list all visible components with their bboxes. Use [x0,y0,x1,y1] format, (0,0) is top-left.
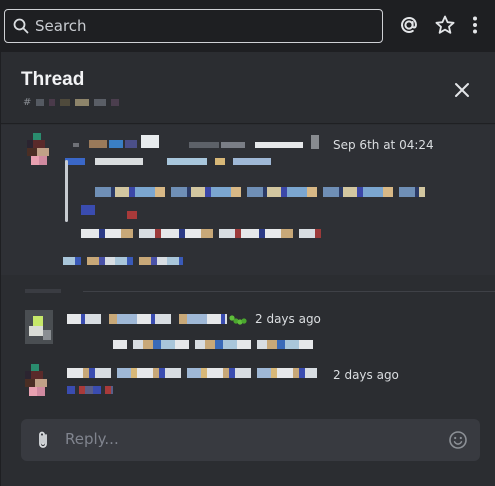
message-text-redacted [95,158,143,165]
author-name-redacted [141,135,159,148]
avatar[interactable] [27,133,55,167]
close-icon[interactable] [451,79,473,101]
search-box[interactable] [4,9,383,43]
thread-header: Thread # [1,52,495,124]
message-text-redacted [167,158,207,165]
divider-line [83,291,495,292]
reply-message[interactable]: 2 days ago [1,304,495,356]
thread-title: Thread [21,69,85,90]
channel-name-redacted [60,99,71,106]
at-icon[interactable] [397,13,421,37]
author-name-redacted [189,142,219,148]
paperclip-icon[interactable] [33,430,53,450]
channel-name-redacted [75,99,90,106]
thread-starter-message[interactable]: Sep 6th at 04:24 [1,125,495,275]
top-bar [0,0,495,52]
author-name-redacted [255,142,303,148]
message-timestamp: Sep 6th at 04:24 [333,138,434,152]
channel-name-redacted [111,99,120,106]
replies-divider [1,285,495,299]
thread-panel: Thread # Sep 6th at 04:24 2 days ago 2 d… [0,52,495,486]
avatar[interactable] [25,310,53,344]
message-text-redacted [65,158,85,165]
channel-name-redacted [94,99,107,106]
reply-input[interactable] [65,430,425,448]
author-name-redacted [67,368,317,378]
avatar[interactable] [25,364,53,398]
star-icon[interactable] [433,13,457,37]
quoted-text-redacted [81,205,95,215]
author-name-redacted [125,140,137,148]
reply-message[interactable]: 2 days ago [1,360,495,410]
message-text-redacted [63,257,183,265]
thread-channel: # [23,97,120,108]
search-icon [13,18,29,34]
message-text-redacted [233,158,271,165]
channel-name-redacted [36,99,45,106]
message-text-redacted [67,386,113,394]
quote-bar [65,160,68,222]
caterpillar-icon [229,312,247,326]
more-vertical-icon[interactable] [463,13,487,37]
author-name-redacted [109,140,123,148]
author-name-redacted [89,140,107,148]
author-name-redacted [311,135,319,149]
quoted-text-redacted [95,187,425,197]
quoted-text-redacted [81,229,321,238]
message-timestamp: 2 days ago [333,368,399,382]
hash-icon: # [23,97,32,108]
author-name-redacted [73,143,79,147]
author-name-redacted [67,314,227,324]
channel-name-redacted [49,99,56,106]
smiley-icon[interactable] [448,430,468,450]
message-text-redacted [113,340,313,349]
search-input[interactable] [35,17,355,35]
message-timestamp: 2 days ago [255,312,321,326]
message-text-redacted [215,158,225,165]
author-name-redacted [221,142,245,148]
quoted-text-redacted [127,211,137,219]
reply-count-redacted [25,289,61,293]
reply-composer[interactable] [21,419,480,461]
